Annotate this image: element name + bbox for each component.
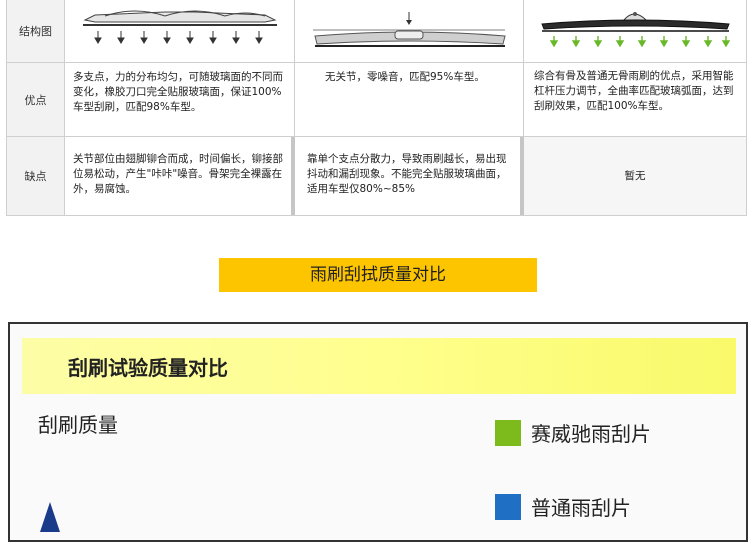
row-header-advantages: 优点 xyxy=(24,93,47,107)
quality-axis-label: 刮刷质量 xyxy=(38,413,118,437)
disadvantages-cell-beam: 靠单个支点分散力，导致雨刷越长，易出现抖动和漏刮现象。不能完全贴服玻璃曲面，适用… xyxy=(295,137,524,215)
advantages-text-framed: 多支点，力的分布均匀，可随玻璃面的不同而变化，橡胶刀口完全贴服玻璃面，保证100… xyxy=(73,71,283,113)
comparison-table: 结构图 优点 多支点，力的分布均匀，可随玻璃面的不同而变化，橡胶刀口完全贴服玻璃… xyxy=(6,0,747,216)
legend-swatch-blue xyxy=(495,493,521,520)
legend-swatch-green xyxy=(495,419,521,446)
framed-wiper-diagram-cell xyxy=(65,0,295,62)
disadvantages-text-beam: 靠单个支点分散力，导致雨刷越长，易出现抖动和漏刮现象。不能完全贴服玻璃曲面，适用… xyxy=(307,153,507,195)
legend-label: 赛威驰雨刮片 xyxy=(531,422,651,446)
advantages-text-hybrid: 综合有骨及普通无骨雨刷的优点，采用智能杠杆压力调节，全曲率匹配玻璃弧面，达到刮刷… xyxy=(534,70,734,112)
section-banner: 雨刷刮拭质量对比 xyxy=(219,258,537,292)
advantages-row: 优点 多支点，力的分布均匀，可随玻璃面的不同而变化，橡胶刀口完全贴服玻璃面，保证… xyxy=(7,63,747,137)
disadvantages-text-hybrid: 暂无 xyxy=(624,170,646,182)
disadvantages-cell-framed: 关节部位由翅脚铆合而成，时间偏长，铆接部位易松动，产生"咔咔"噪音。骨架完全裸露… xyxy=(65,137,295,215)
row-header-structure: 结构图 xyxy=(19,25,52,38)
structure-row: 结构图 xyxy=(7,0,747,63)
disadvantages-row: 缺点 关节部位由翅脚铆合而成，时间偏长，铆接部位易松动，产生"咔咔"噪音。骨架完… xyxy=(7,137,747,216)
beam-wiper-diagram xyxy=(313,12,506,47)
legend-label: 普通雨刮片 xyxy=(531,496,631,520)
disadvantages-cell-hybrid: 暂无 xyxy=(524,137,747,215)
hybrid-wiper-diagram xyxy=(541,12,731,48)
legend-item-ordinary: 普通雨刮片 xyxy=(495,492,631,521)
advantages-cell-hybrid: 综合有骨及普通无骨雨刷的优点，采用智能杠杆压力调节，全曲率匹配玻璃弧面，达到刮刷… xyxy=(524,63,747,136)
row-header-cell: 缺点 xyxy=(7,137,65,215)
hybrid-wiper-diagram-cell xyxy=(524,0,747,62)
legend-item-saiweichi: 赛威驰雨刮片 xyxy=(495,418,651,447)
framed-wiper-diagram xyxy=(83,10,277,44)
panel-title: 刮刷试验质量对比 xyxy=(68,356,228,380)
panel-header: 刮刷试验质量对比 xyxy=(22,338,736,394)
row-header-cell: 结构图 xyxy=(7,0,65,62)
advantages-cell-beam: 无关节，零噪音，匹配95%车型。 xyxy=(295,63,524,136)
row-header-disadvantages: 缺点 xyxy=(24,170,47,183)
row-header-cell: 优点 xyxy=(7,63,65,136)
advantages-text-beam: 无关节，零噪音，匹配95%车型。 xyxy=(325,71,485,83)
disadvantages-text-framed: 关节部位由翅脚铆合而成，时间偏长，铆接部位易松动，产生"咔咔"噪音。骨架完全裸露… xyxy=(73,153,283,195)
advantages-cell-framed: 多支点，力的分布均匀，可随玻璃面的不同而变化，橡胶刀口完全贴服玻璃面，保证100… xyxy=(65,63,295,136)
test-comparison-panel: 刮刷试验质量对比 刮刷质量 赛威驰雨刮片 普通雨刮片 xyxy=(8,322,748,542)
beam-wiper-diagram-cell xyxy=(295,0,524,62)
